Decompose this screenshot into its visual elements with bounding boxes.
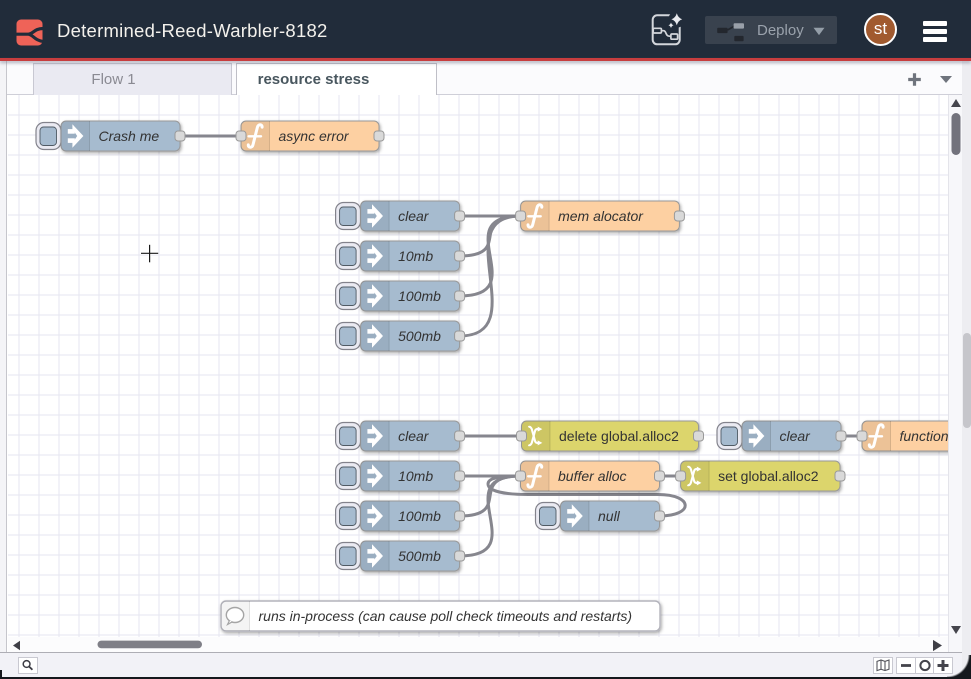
svg-text:clear: clear: [398, 208, 430, 224]
svg-text:500mb: 500mb: [398, 328, 441, 344]
svg-text:null: null: [598, 508, 621, 524]
svg-text:clear: clear: [780, 428, 812, 444]
svg-text:Crash me: Crash me: [99, 128, 160, 144]
svg-text:delete global.alloc2: delete global.alloc2: [559, 428, 679, 444]
svg-text:100mb: 100mb: [398, 288, 441, 304]
svg-text:runs in-process (can cause pol: runs in-process (can cause poll check ti…: [259, 608, 633, 624]
svg-text:buffer alloc: buffer alloc: [558, 468, 626, 484]
svg-text:500mb: 500mb: [398, 548, 441, 564]
svg-text:10mb: 10mb: [398, 248, 433, 264]
svg-text:100mb: 100mb: [398, 508, 441, 524]
svg-text:function: function: [900, 428, 949, 444]
svg-text:async error: async error: [279, 128, 350, 144]
svg-text:set global.alloc2: set global.alloc2: [718, 468, 819, 484]
svg-text:clear: clear: [398, 428, 430, 444]
svg-text:10mb: 10mb: [398, 468, 433, 484]
svg-text:mem alocator: mem alocator: [558, 208, 644, 224]
